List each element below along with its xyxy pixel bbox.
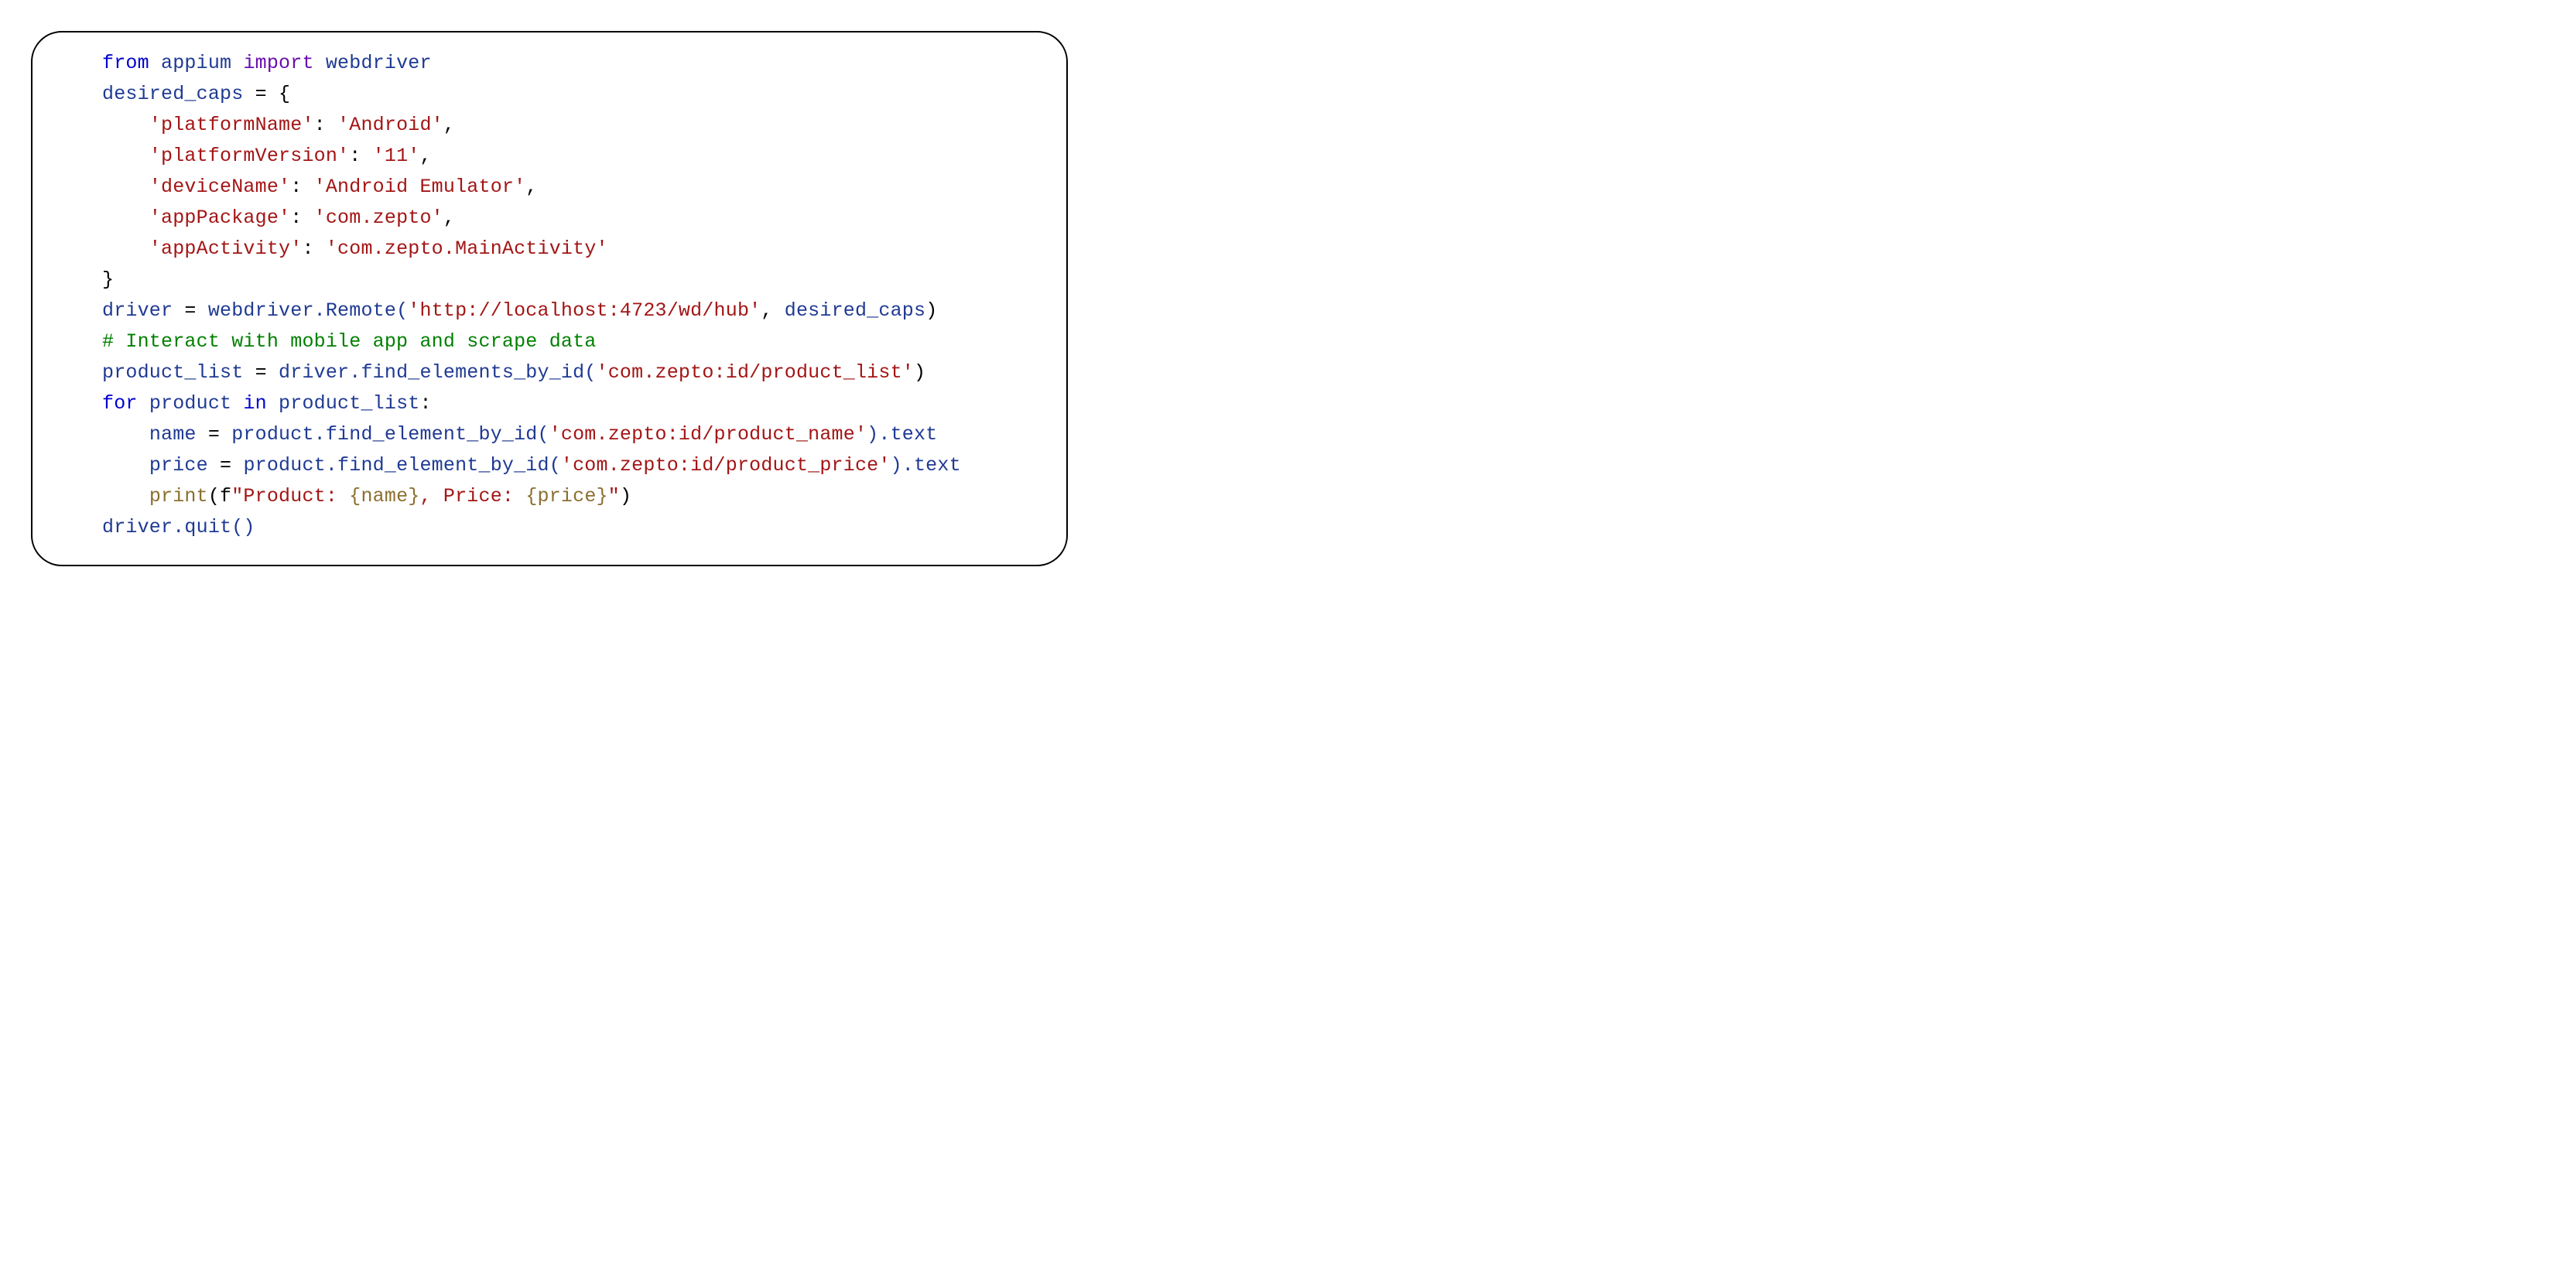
equals: = — [243, 361, 279, 384]
dict-val: 'Android Emulator' — [314, 176, 526, 198]
code-block: from appium import webdriver desired_cap… — [31, 31, 1068, 566]
equals: = — [208, 454, 244, 477]
comma: , — [525, 176, 537, 198]
dict-val: '11' — [373, 145, 420, 167]
dict-key: 'platformVersion' — [149, 145, 349, 167]
var-driver: driver — [102, 299, 173, 322]
space — [267, 392, 279, 415]
colon: : — [349, 145, 372, 167]
colon: : — [290, 207, 313, 229]
keyword-in: in — [243, 392, 266, 415]
keyword-import: import — [243, 52, 313, 74]
var-product-list: product_list — [102, 361, 243, 384]
space — [231, 392, 243, 415]
equals: = — [197, 423, 232, 446]
indent — [102, 237, 149, 260]
dict-key: 'appPackage' — [149, 207, 290, 229]
indent — [102, 207, 149, 229]
colon: : — [314, 114, 337, 136]
code-content: from appium import webdriver desired_cap… — [102, 48, 997, 543]
call-find-element: product.find_element_by_id( — [243, 454, 560, 477]
var-desired-caps: desired_caps — [102, 83, 243, 105]
fstring-part: " — [608, 485, 620, 507]
dict-val: 'Android' — [337, 114, 443, 136]
var-product: product — [149, 392, 231, 415]
call-remote: webdriver.Remote( — [208, 299, 408, 322]
attr-text: ).text — [867, 423, 937, 446]
call-find-elements: driver.find_elements_by_id( — [279, 361, 596, 384]
comma: , — [443, 207, 455, 229]
dict-val: 'com.zepto.MainActivity' — [326, 237, 608, 260]
id-string: 'com.zepto:id/product_list' — [597, 361, 914, 384]
dict-key: 'deviceName' — [149, 176, 290, 198]
var-product-list: product_list — [279, 392, 419, 415]
brace-open: = { — [243, 83, 290, 105]
attr-text: ).text — [891, 454, 961, 477]
var-name: name — [149, 423, 197, 446]
space — [138, 392, 149, 415]
fstring-part: , Price: — [419, 485, 525, 507]
dict-key: 'appActivity' — [149, 237, 303, 260]
module-appium: appium — [161, 52, 231, 74]
paren-close: ) — [620, 485, 631, 507]
comma: , — [761, 299, 784, 322]
indent — [102, 145, 149, 167]
fstring-part: "Product: — [231, 485, 349, 507]
indent — [102, 114, 149, 136]
paren-close: ) — [914, 361, 925, 384]
call-quit: driver.quit() — [102, 516, 255, 538]
fstring-brace: {price} — [525, 485, 607, 507]
keyword-from: from — [102, 52, 149, 74]
colon: : — [290, 176, 313, 198]
url-string: 'http://localhost:4723/wd/hub' — [408, 299, 761, 322]
keyword-for: for — [102, 392, 138, 415]
id-string: 'com.zepto:id/product_name' — [549, 423, 867, 446]
dict-val: 'com.zepto' — [314, 207, 443, 229]
brace-close: } — [102, 268, 114, 291]
indent — [102, 423, 149, 446]
id-string: 'com.zepto:id/product_price' — [561, 454, 891, 477]
colon: : — [419, 392, 431, 415]
comment: # Interact with mobile app and scrape da… — [102, 330, 597, 353]
indent — [102, 454, 149, 477]
module-webdriver: webdriver — [326, 52, 432, 74]
comma: , — [443, 114, 455, 136]
paren-open: (f — [208, 485, 231, 507]
equals: = — [173, 299, 208, 322]
var-price: price — [149, 454, 208, 477]
indent — [102, 485, 149, 507]
fstring-brace: {name} — [349, 485, 419, 507]
arg-desired-caps: desired_caps — [785, 299, 925, 322]
colon: : — [302, 237, 325, 260]
fn-print: print — [149, 485, 208, 507]
dict-key: 'platformName' — [149, 114, 314, 136]
call-find-element: product.find_element_by_id( — [231, 423, 549, 446]
indent — [102, 176, 149, 198]
paren-close: ) — [925, 299, 937, 322]
comma: , — [419, 145, 431, 167]
